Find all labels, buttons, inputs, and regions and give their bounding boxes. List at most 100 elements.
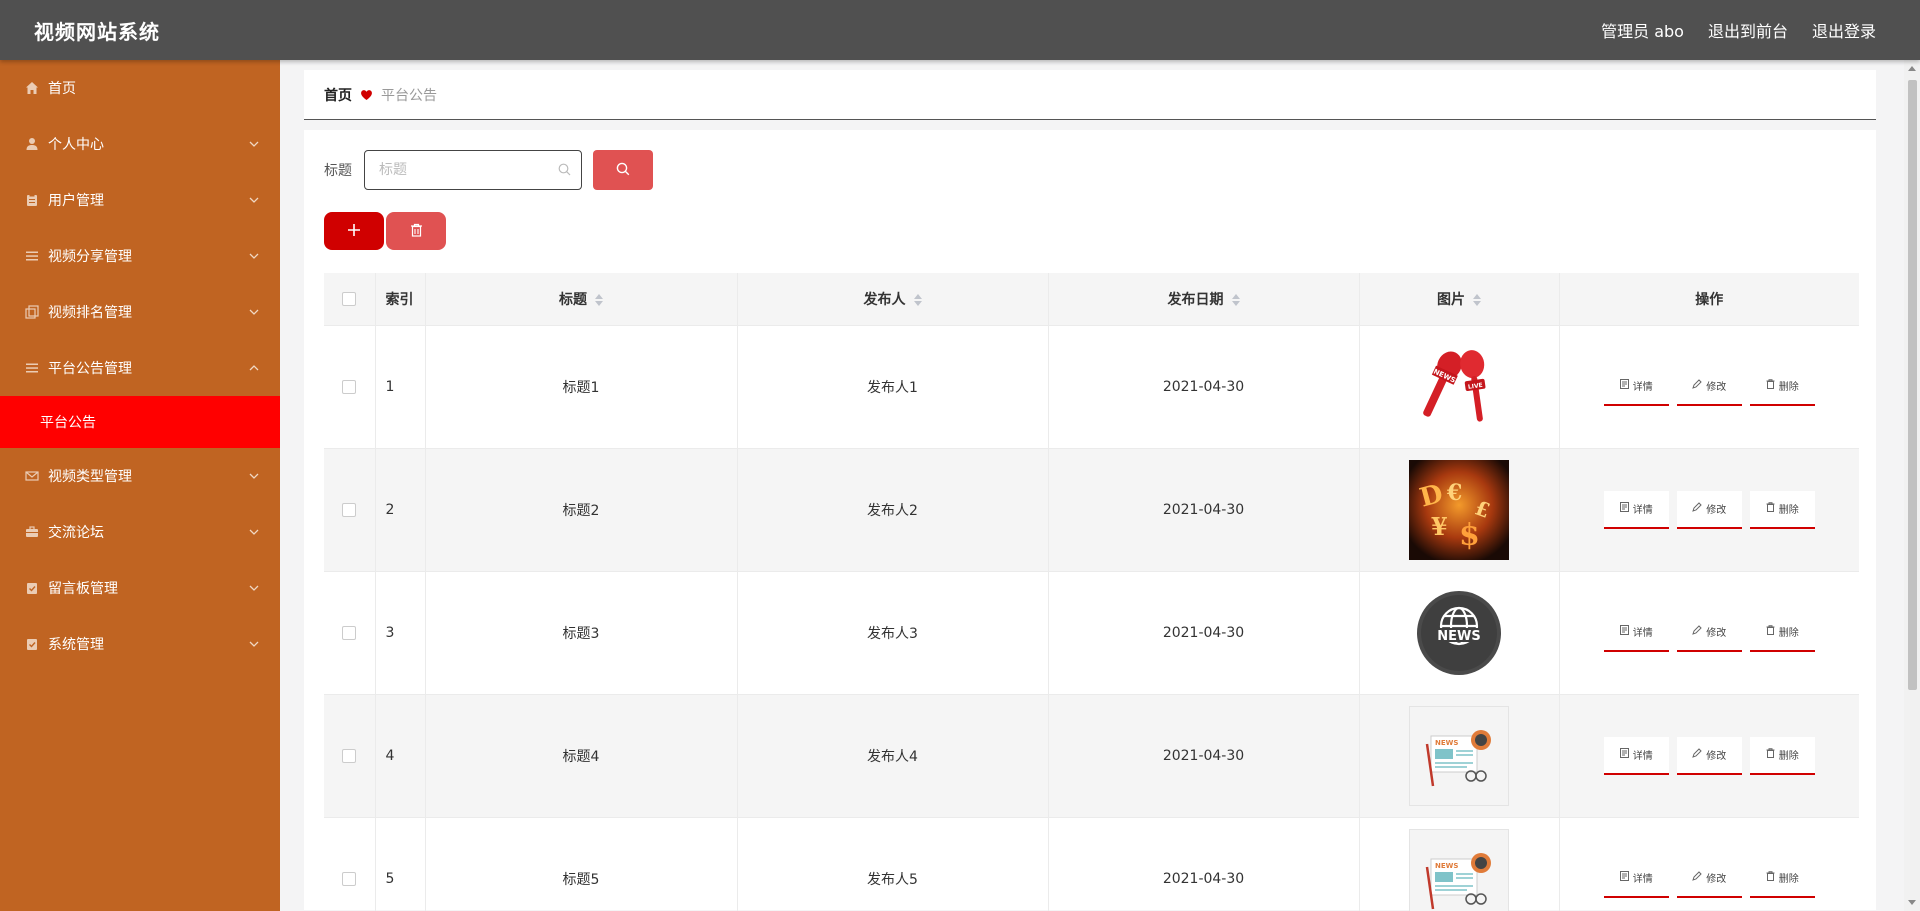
header-publisher-label: 发布人 (863, 291, 906, 308)
edit-button[interactable]: 修改 (1676, 859, 1742, 898)
row-checkbox[interactable] (342, 502, 357, 517)
sidebar-item-home[interactable]: 首页 (0, 60, 280, 116)
row-date: 2021-04-30 (1048, 571, 1360, 695)
detail-label: 详情 (1632, 382, 1653, 393)
header-publisher[interactable]: 发布人 (737, 273, 1049, 326)
sidebar-item-announcement-management[interactable]: 平台公告管理 (0, 340, 280, 396)
delete-button[interactable]: 删除 (1749, 490, 1815, 529)
row-check-cell (324, 325, 376, 449)
row-image-cell: NEWS (1359, 694, 1560, 818)
row-checkbox[interactable] (342, 379, 357, 394)
detail-button[interactable]: 详情 (1603, 736, 1669, 775)
sidebar-item-video-type[interactable]: 视频类型管理 (0, 448, 280, 504)
sidebar-item-label: 留言板管理 (48, 581, 118, 597)
row-checkbox[interactable] (342, 871, 357, 886)
search-input[interactable] (379, 162, 558, 178)
sidebar-item-label: 交流论坛 (48, 525, 104, 541)
search-field[interactable] (364, 150, 582, 190)
row-publisher: 发布人1 (737, 325, 1049, 449)
sidebar-item-personal-center[interactable]: 个人中心 (0, 116, 280, 172)
content-panel: 标题 标题 索引 标题 发布人 发布日期 图片 操作 1 标题1 发布人1 20… (304, 130, 1876, 911)
pencil-icon (1692, 379, 1702, 392)
document-icon (1619, 379, 1629, 392)
sidebar-item-user-management[interactable]: 用户管理 (0, 172, 280, 228)
detail-label: 详情 (1632, 874, 1653, 885)
row-ops: 详情 修改 删除 (1560, 613, 1860, 652)
edit-button[interactable]: 修改 (1676, 736, 1742, 775)
chevron-down-icon (248, 582, 260, 594)
plus-icon (347, 222, 361, 241)
row-date: 2021-04-30 (1048, 325, 1360, 449)
header-select-all[interactable] (324, 273, 376, 326)
edit-label: 修改 (1706, 628, 1727, 639)
row-ops-cell: 详情 修改 删除 (1559, 325, 1859, 449)
row-index: 3 (375, 571, 426, 695)
sidebar-item-label: 视频分享管理 (48, 249, 132, 265)
header-index: 索引 (375, 273, 426, 326)
search-icon (616, 161, 630, 180)
row-check-cell (324, 694, 376, 818)
money-symbols-image: D € ¥ $ £ (1409, 459, 1509, 560)
search-label: 标题 (324, 163, 352, 179)
document-icon (1619, 625, 1629, 638)
go-frontend-link[interactable]: 退出到前台 (1708, 18, 1788, 42)
header-image[interactable]: 图片 (1359, 273, 1560, 326)
header-date[interactable]: 发布日期 (1048, 273, 1360, 326)
batch-delete-button[interactable] (386, 212, 446, 250)
row-date: 2021-04-30 (1048, 448, 1360, 572)
admin-user-label[interactable]: 管理员 abo (1601, 18, 1684, 42)
sidebar-item-label: 视频排名管理 (48, 305, 132, 321)
row-check-cell (324, 571, 376, 695)
home-icon (24, 80, 40, 96)
globe-news-image: NEWS (1409, 583, 1509, 683)
scroll-up-icon[interactable] (1908, 66, 1916, 71)
sort-icon[interactable] (913, 293, 922, 306)
chevron-down-icon (248, 194, 260, 206)
delete-button[interactable]: 删除 (1749, 613, 1815, 652)
sort-icon[interactable] (595, 293, 603, 306)
logout-link[interactable]: 退出登录 (1812, 18, 1876, 42)
page-scrollbar[interactable] (1904, 60, 1920, 911)
row-ops-cell: 详情 修改 删除 (1559, 571, 1860, 695)
row-publisher: 发布人5 (737, 817, 1049, 911)
edit-button[interactable]: 修改 (1676, 367, 1742, 406)
edit-label: 修改 (1706, 751, 1727, 762)
scrollbar-thumb[interactable] (1908, 80, 1917, 690)
detail-button[interactable]: 详情 (1603, 367, 1669, 406)
sidebar-item-system[interactable]: 系统管理 (0, 616, 280, 672)
row-ops: 详情 修改 删除 (1560, 736, 1860, 775)
trash-icon (1766, 625, 1775, 638)
news-text: NEWS (1435, 739, 1458, 747)
detail-button[interactable]: 详情 (1603, 613, 1669, 652)
header-title-label: 标题 (559, 291, 587, 308)
sort-icon[interactable] (1231, 293, 1240, 306)
edit-button[interactable]: 修改 (1676, 490, 1742, 529)
row-title: 标题3 (425, 571, 738, 695)
row-checkbox[interactable] (342, 625, 357, 640)
search-button[interactable] (593, 150, 653, 190)
delete-button[interactable]: 删除 (1749, 859, 1815, 898)
detail-button[interactable]: 详情 (1603, 490, 1669, 529)
header-title[interactable]: 标题 (425, 273, 738, 326)
detail-button[interactable]: 详情 (1603, 859, 1669, 898)
action-row (324, 212, 1856, 250)
table-row: 4 标题4 发布人4 2021-04-30 NEWS 详情 修改 删除 (324, 694, 1860, 818)
breadcrumb-home[interactable]: 首页 (324, 85, 352, 105)
sidebar-item-video-share[interactable]: 视频分享管理 (0, 228, 280, 284)
heart-icon (360, 89, 373, 101)
scroll-down-icon[interactable] (1908, 900, 1916, 905)
sidebar-item-forum[interactable]: 交流论坛 (0, 504, 280, 560)
sort-icon[interactable] (1473, 293, 1481, 306)
sidebar-subitem-announcement[interactable]: 平台公告 (0, 396, 280, 448)
delete-button[interactable]: 删除 (1749, 367, 1815, 406)
row-checkbox[interactable] (342, 748, 357, 763)
sidebar-item-message-board[interactable]: 留言板管理 (0, 560, 280, 616)
breadcrumb-current: 平台公告 (381, 87, 437, 104)
delete-label: 删除 (1778, 382, 1799, 393)
sidebar-item-video-ranking[interactable]: 视频排名管理 (0, 284, 280, 340)
edit-button[interactable]: 修改 (1676, 613, 1742, 652)
delete-button[interactable]: 删除 (1749, 736, 1815, 775)
select-all-checkbox[interactable] (342, 291, 357, 306)
chevron-down-icon (248, 250, 260, 262)
add-button[interactable] (324, 212, 384, 250)
